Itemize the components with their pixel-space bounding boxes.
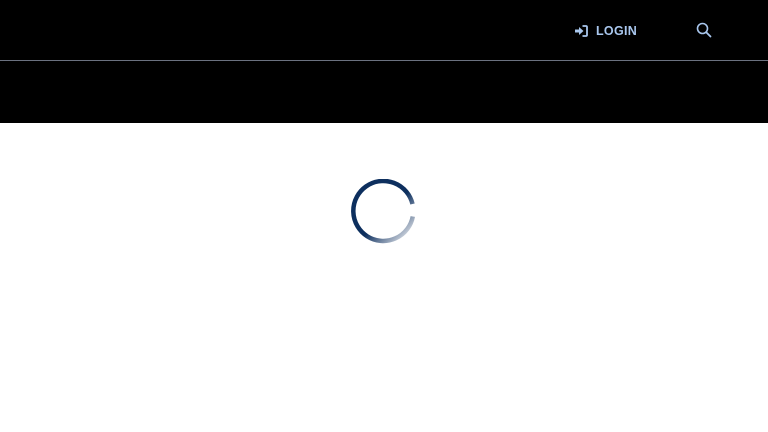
loading-spinner <box>349 179 419 249</box>
top-header: LOGIN <box>0 0 768 61</box>
secondary-nav-bar <box>0 61 768 123</box>
sign-in-icon <box>574 25 588 37</box>
login-button[interactable]: LOGIN <box>574 22 637 40</box>
search-icon <box>696 22 712 38</box>
search-button[interactable] <box>696 22 712 38</box>
main-content <box>0 123 768 432</box>
login-label: LOGIN <box>596 24 638 38</box>
